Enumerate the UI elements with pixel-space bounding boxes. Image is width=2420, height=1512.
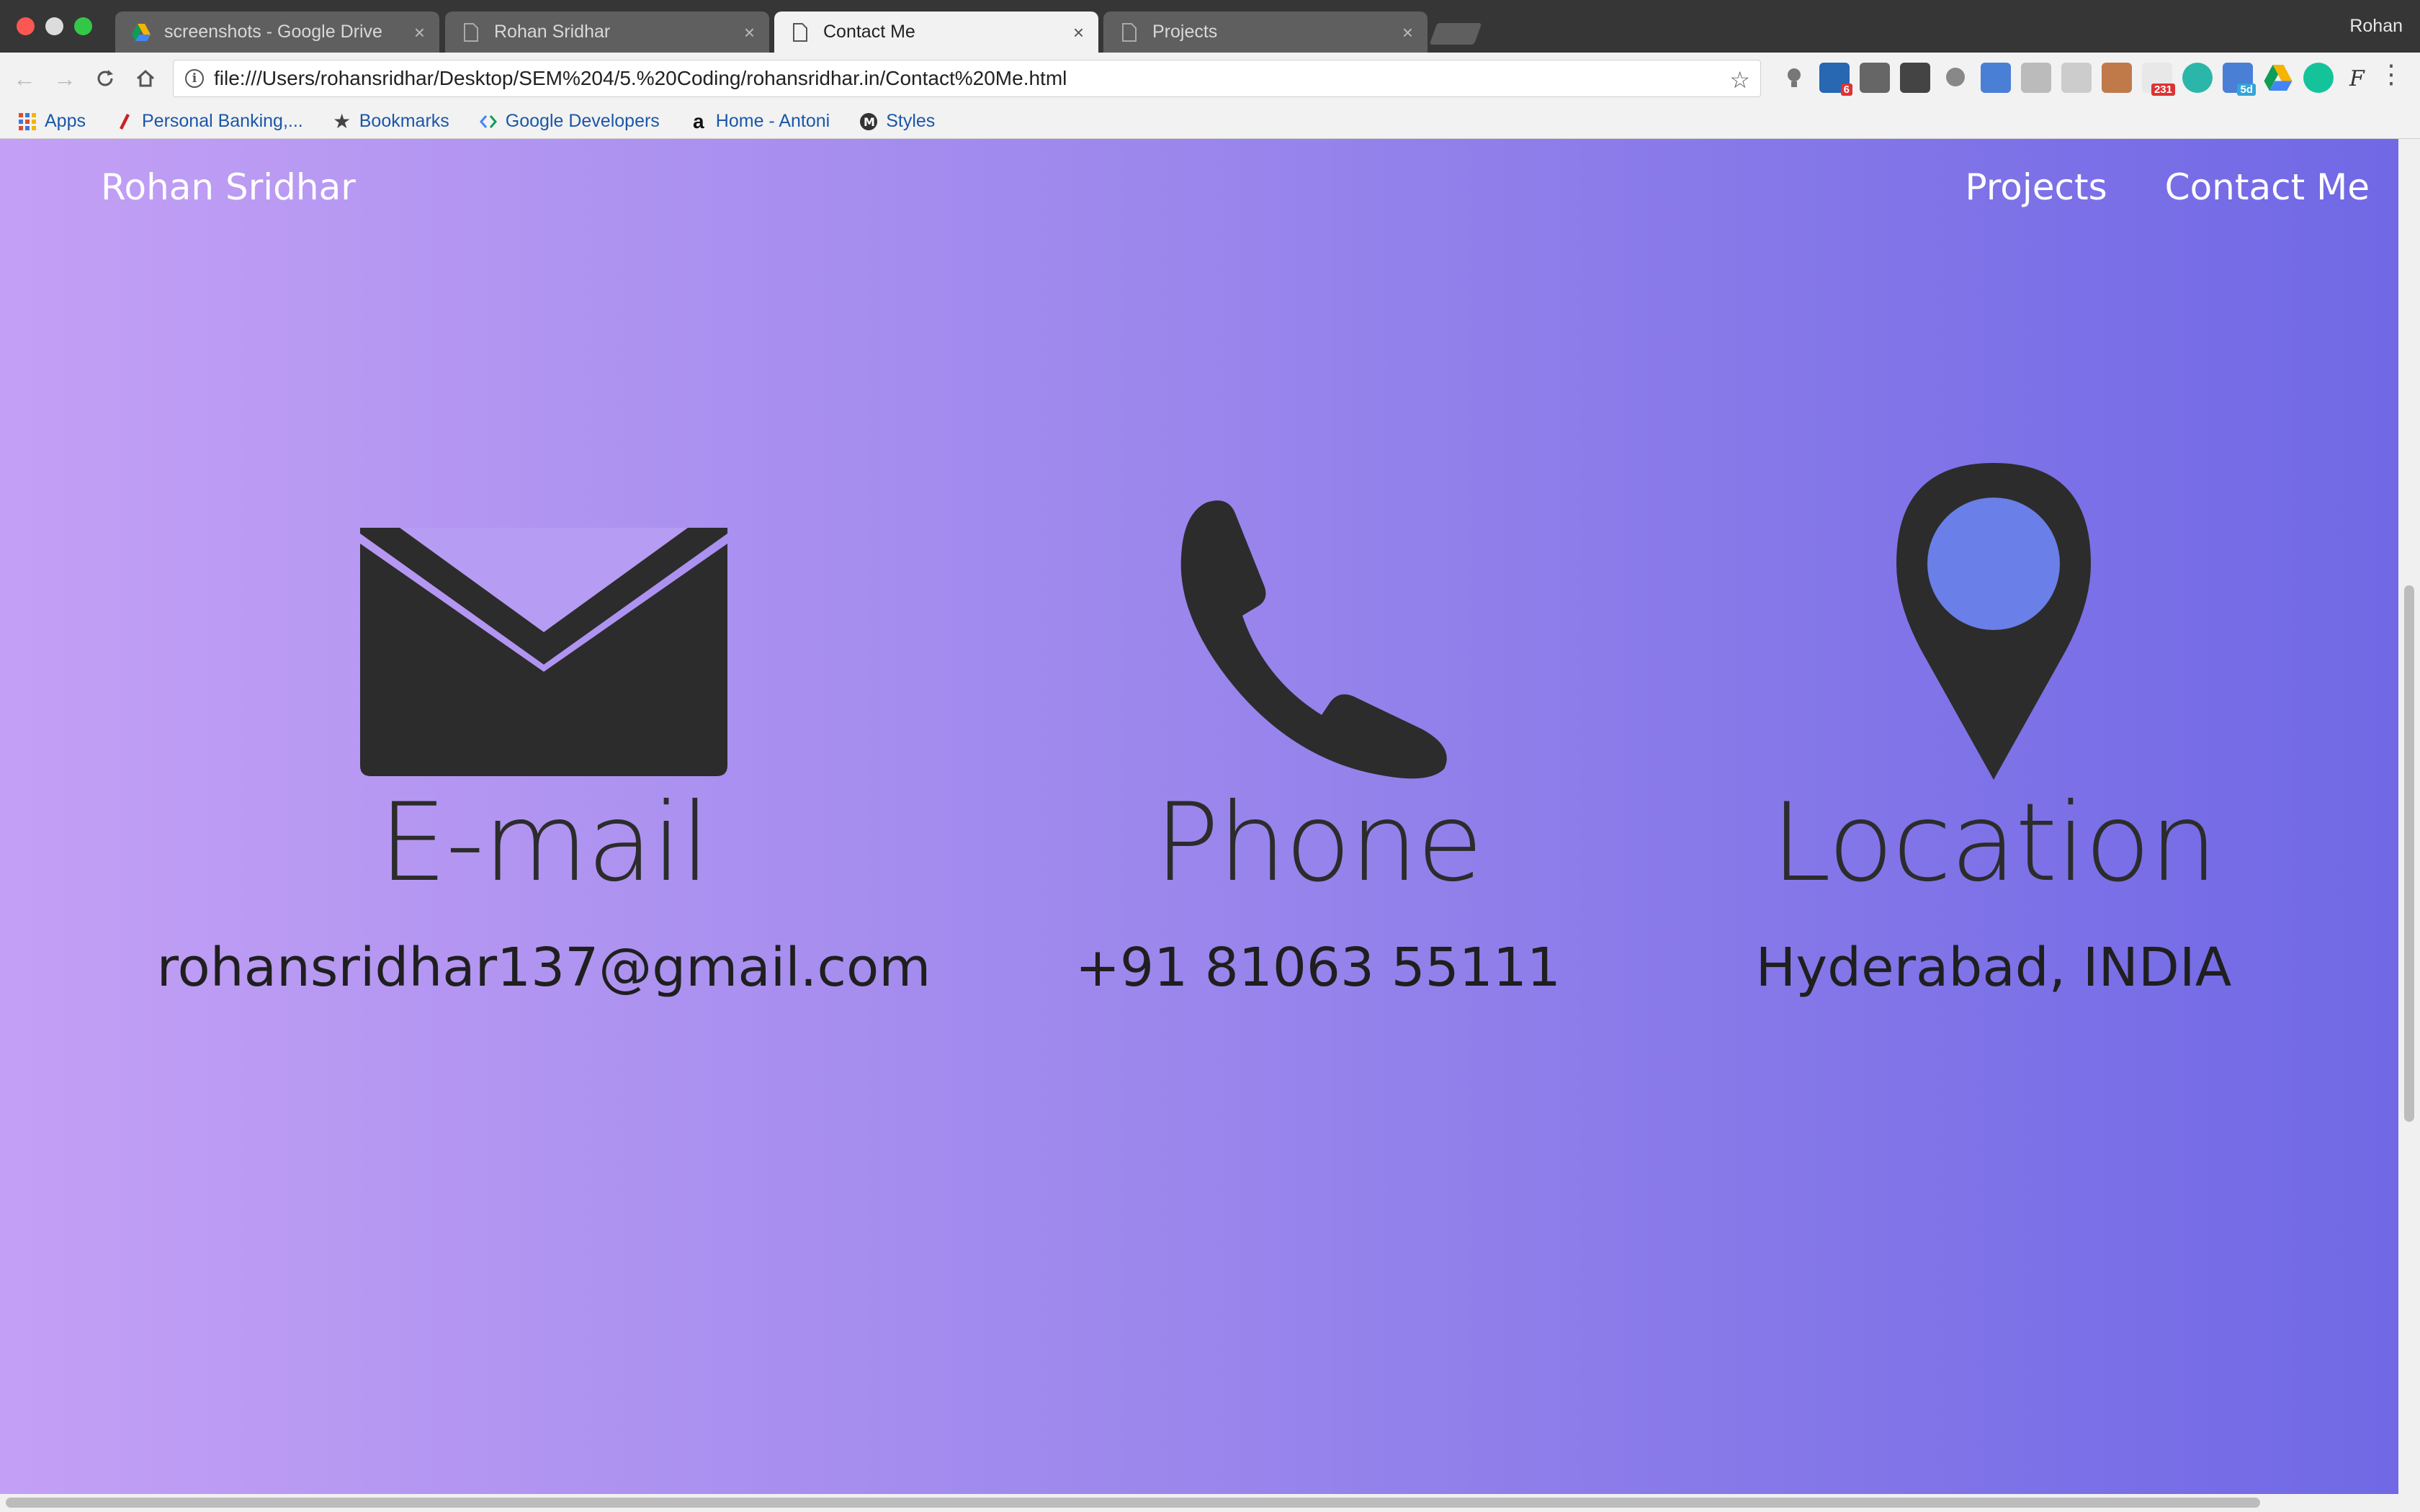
nav-link-projects[interactable]: Projects	[1966, 166, 2107, 208]
bookmark-label: Styles	[886, 111, 936, 131]
google-drive-extension-icon[interactable]	[2263, 63, 2293, 93]
bookmark-star-icon[interactable]: ☆	[1729, 66, 1750, 94]
google-developers-icon	[478, 112, 498, 132]
location-pin-icon	[1896, 449, 2091, 780]
bookmark-home-antoni[interactable]: a Home - Antoni	[689, 109, 830, 132]
pin-extension-icon[interactable]	[1860, 63, 1890, 93]
linkedin-extension-icon[interactable]: 6	[1819, 63, 1852, 96]
tab-label: Projects	[1152, 22, 1218, 42]
address-bar[interactable]: i file:///Users/rohansridhar/Desktop/SEM…	[173, 60, 1761, 97]
profile-name[interactable]: Rohan	[2349, 16, 2403, 37]
site-nav: Projects Contact Me	[1966, 166, 2370, 208]
m-extension-icon[interactable]	[2182, 63, 2213, 93]
browser-menu-icon[interactable]: ⋮	[2378, 61, 2404, 87]
info-icon[interactable]: i	[185, 69, 204, 88]
linkedin-badge: 6	[1840, 84, 1852, 96]
bookmark-apps[interactable]: Apps	[17, 111, 86, 132]
browser-toolbar: ← → i file:///Users/rohansridhar/Desktop…	[0, 53, 2420, 104]
pencil-extension-icon[interactable]	[2102, 63, 2132, 93]
document-icon	[790, 22, 810, 42]
bookmark-personal-banking[interactable]: Personal Banking,...	[115, 111, 303, 132]
bookmark-label: Apps	[45, 111, 86, 131]
star-icon: ★	[333, 110, 351, 132]
close-icon[interactable]: ×	[414, 22, 425, 44]
email-address[interactable]: rohansridhar137@gmail.com	[157, 937, 931, 999]
phone-number[interactable]: +91 81063 55111	[1075, 937, 1561, 999]
contact-title: Location	[1770, 780, 2218, 906]
vertical-scrollbar-thumb[interactable]	[2404, 585, 2414, 1122]
bank-icon	[115, 112, 135, 132]
bookmark-bookmarks[interactable]: ★ Bookmarks	[332, 110, 449, 132]
lightbulb-extension-icon[interactable]	[1779, 63, 1809, 93]
phone-icon	[1178, 449, 1458, 780]
calendar-extension-icon[interactable]: 5d	[2223, 63, 2256, 96]
bookmark-styles[interactable]: M Styles	[859, 111, 935, 132]
apps-grid-icon	[17, 112, 37, 132]
tab-projects[interactable]: Projects ×	[1103, 12, 1428, 53]
nav-link-contact[interactable]: Contact Me	[2165, 166, 2370, 208]
browser-titlebar: screenshots - Google Drive × Rohan Sridh…	[0, 0, 2420, 53]
minimize-window-button[interactable]	[45, 17, 63, 35]
document-icon	[1119, 22, 1139, 42]
close-icon[interactable]: ×	[744, 22, 755, 44]
forward-icon[interactable]: →	[52, 66, 78, 91]
window-extension-icon[interactable]	[2021, 63, 2051, 93]
bookmark-label: Home - Antoni	[715, 111, 830, 131]
back-icon[interactable]: ←	[12, 66, 37, 91]
bookmark-label: Google Developers	[505, 111, 660, 131]
bookmark-label: Bookmarks	[359, 111, 449, 131]
reload-icon[interactable]	[92, 66, 118, 91]
tab-rohan-sridhar[interactable]: Rohan Sridhar ×	[445, 12, 769, 53]
camera-extension-icon[interactable]	[2061, 63, 2092, 93]
svg-text:F: F	[2349, 66, 2365, 91]
counter-badge: 231	[2151, 84, 2175, 96]
translate-extension-icon[interactable]	[1981, 63, 2011, 93]
maximize-window-button[interactable]	[74, 17, 92, 35]
bookmark-google-developers[interactable]: Google Developers	[478, 111, 660, 132]
close-icon[interactable]: ×	[1402, 22, 1413, 44]
svg-text:M: M	[864, 115, 875, 129]
counter-extension-icon[interactable]: 231	[2142, 63, 2175, 96]
amazon-icon: a	[693, 109, 704, 132]
document-icon	[461, 22, 481, 42]
contact-title: E-mail	[378, 780, 710, 906]
bookmark-label: Personal Banking,...	[141, 111, 303, 131]
tab-label: Contact Me	[823, 22, 915, 42]
close-window-button[interactable]	[17, 17, 35, 35]
contact-location: Location Hyderabad, INDIA	[1634, 449, 2354, 999]
tab-label: screenshots - Google Drive	[164, 22, 382, 42]
bookmarks-bar: Apps Personal Banking,... ★ Bookmarks Go…	[0, 104, 2420, 139]
contact-phone: Phone +91 81063 55111	[958, 449, 1678, 999]
url-text[interactable]: file:///Users/rohansridhar/Desktop/SEM%2…	[214, 67, 1067, 90]
contact-page: Rohan Sridhar Projects Contact Me E-mail…	[0, 139, 2398, 1494]
font-extension-icon[interactable]: F	[2344, 63, 2374, 93]
site-brand[interactable]: Rohan Sridhar	[101, 166, 356, 208]
contact-title: Phone	[1154, 780, 1484, 906]
styles-icon: M	[859, 112, 879, 132]
extension-icons: 6 231 5d F	[1779, 63, 2374, 96]
horizontal-scrollbar-thumb[interactable]	[6, 1498, 2260, 1508]
new-tab-button[interactable]	[1429, 23, 1482, 45]
tab-google-drive[interactable]: screenshots - Google Drive ×	[115, 12, 439, 53]
google-drive-icon	[131, 22, 151, 42]
film-extension-icon[interactable]	[1900, 63, 1930, 93]
chat-extension-icon[interactable]	[1940, 63, 1971, 93]
contact-email: E-mail rohansridhar137@gmail.com	[157, 449, 931, 999]
home-icon[interactable]	[133, 66, 158, 91]
close-icon[interactable]: ×	[1073, 22, 1084, 44]
tab-label: Rohan Sridhar	[494, 22, 611, 42]
vertical-scrollbar[interactable]	[2398, 139, 2420, 1494]
horizontal-scrollbar[interactable]	[0, 1494, 2420, 1512]
location-value: Hyderabad, INDIA	[1755, 936, 2232, 999]
grammarly-extension-icon[interactable]	[2303, 63, 2334, 93]
calendar-badge: 5d	[2237, 84, 2256, 96]
envelope-icon	[360, 449, 727, 780]
tab-contact-me[interactable]: Contact Me ×	[774, 12, 1098, 53]
